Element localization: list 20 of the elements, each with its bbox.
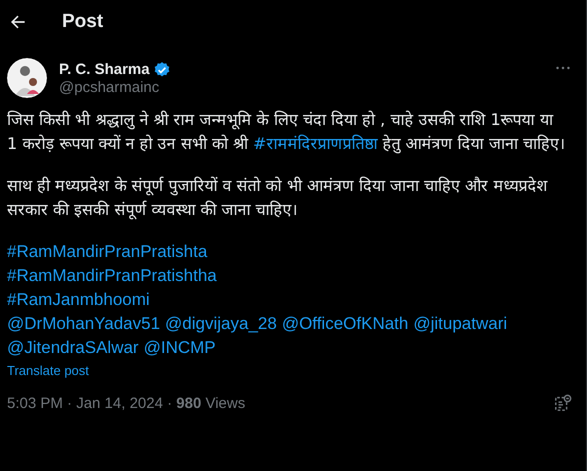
post-link[interactable]: #RamMandirPranPratishtha — [7, 264, 217, 288]
post-metadata: 5:03 PM · Jan 14, 2024 · 980 Views — [7, 394, 246, 412]
post-link[interactable]: #RamJanmbhoomi — [7, 288, 150, 312]
post-link[interactable]: @jitupatwari — [413, 312, 508, 336]
translate-link[interactable]: Translate post — [7, 363, 578, 378]
avatar[interactable] — [7, 58, 47, 98]
post-link[interactable]: @INCMP — [144, 336, 216, 360]
analytics-icon[interactable] — [554, 394, 572, 412]
post-link[interactable]: @JitendraSAlwar — [7, 336, 139, 360]
author-handle[interactable]: @pcsharmainc — [59, 78, 544, 96]
page-title: Post — [62, 11, 104, 33]
post-paragraph: साथ ही मध्यप्रदेश के संपूर्ण पुजारियों व संतो को भी आमंत्रण दिया जाना चाहिए और मध्यप्रदेश सरकार की इसकी संपूर्ण व्यवस्था की जाना चाहिए। — [7, 175, 549, 222]
post-link[interactable]: @DrMohanYadav51 — [7, 312, 160, 336]
post-link[interactable]: @digvijaya_28 — [165, 312, 277, 336]
author-name[interactable]: P. C. Sharma — [59, 61, 150, 78]
more-options-icon[interactable] — [556, 66, 570, 70]
post-link[interactable]: @OfficeOfKNath — [282, 312, 408, 336]
post-paragraph: जिस किसी भी श्रद्धालु ने श्री राम जन्मभूमि के लिए चंदा दिया हो , चाहे उसकी राशि 1रूपया या 1 करोड़ रूपया क्यों न हो उन सभी को श्री #राममंदिरप्राणप्रतिष्ठा हेतु आमंत्रण दिया जाना चाहिए। — [7, 109, 566, 156]
hashtag-link[interactable]: #राममंदिरप्राणप्रतिष्ठा — [253, 134, 378, 153]
post-link[interactable]: #RamMandirPranPratishta — [7, 240, 208, 264]
